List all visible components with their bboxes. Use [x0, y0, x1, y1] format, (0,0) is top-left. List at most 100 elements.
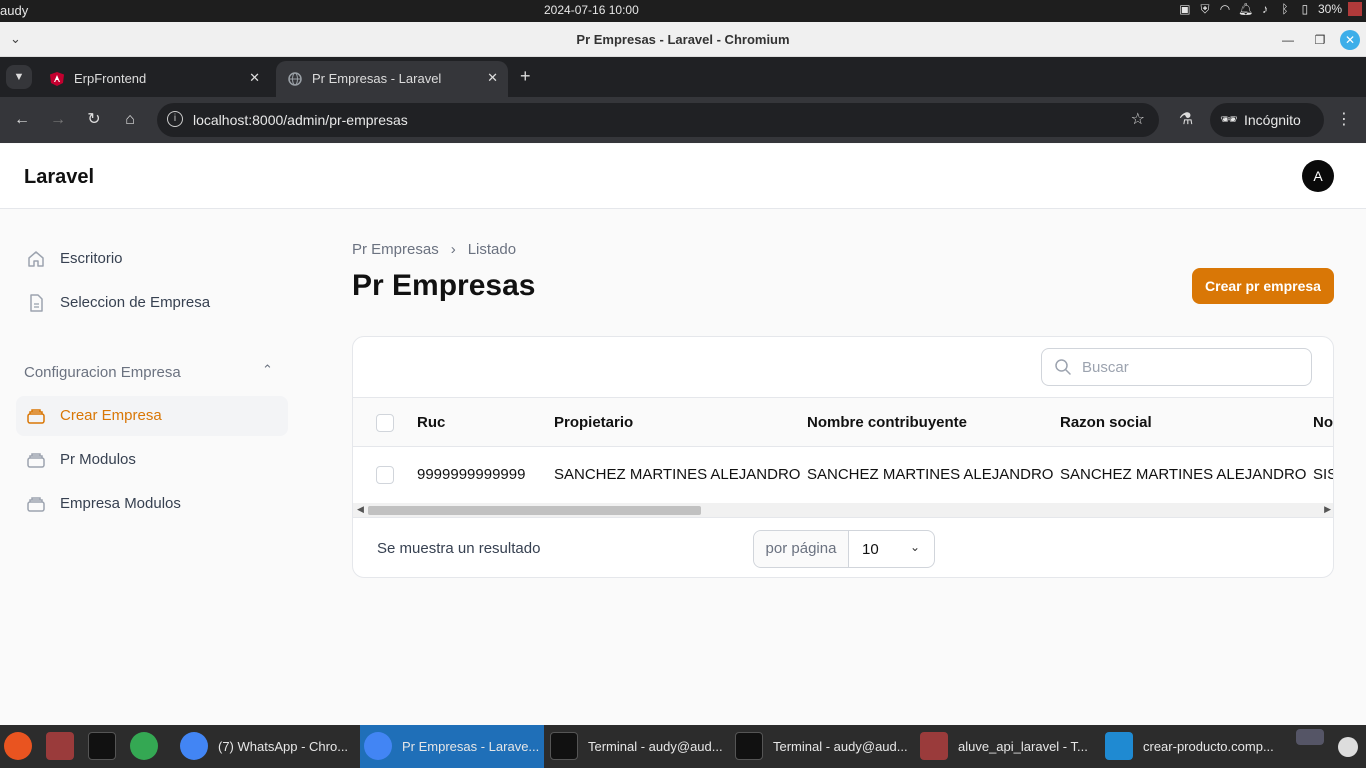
column-header-nombre-contribuyente[interactable]: Nombre contribuyente [807, 414, 967, 431]
results-summary: Se muestra un resultado [377, 540, 541, 557]
sidebar-item-label: Crear Empresa [60, 407, 162, 424]
sidebar-item-pr-modulos[interactable]: Pr Modulos [16, 440, 288, 480]
wifi-icon[interactable]: ◠ [1218, 2, 1232, 16]
window-title-bar: ⌄ Pr Empresas - Laravel - Chromium — ❐ ✕ [0, 22, 1366, 57]
terminal-icon [88, 732, 116, 760]
ubuntu-launcher[interactable] [0, 725, 42, 768]
workspace-icon [1296, 729, 1324, 745]
labs-flask-icon[interactable]: ⚗ [1174, 108, 1198, 132]
close-tab-icon[interactable]: ✕ [249, 70, 260, 86]
per-page-select[interactable]: por página 10 ⌄ [753, 530, 935, 568]
close-tab-icon[interactable]: ✕ [487, 70, 498, 86]
scroll-right-icon[interactable]: ▶ [1324, 504, 1331, 515]
restore-icon[interactable]: ❐ [1310, 30, 1330, 50]
table-header: Ruc Propietario Nombre contribuyente Raz… [353, 397, 1333, 447]
incognito-indicator[interactable]: 🕶︎ Incógnito [1210, 103, 1324, 137]
battery-icon[interactable]: ▯ [1298, 2, 1312, 16]
tab-pr-empresas[interactable]: Pr Empresas - Laravel ✕ [276, 61, 508, 97]
sidebar-item-label: Pr Modulos [60, 451, 136, 468]
row-checkbox[interactable] [376, 466, 394, 484]
tray-app-icon [1338, 737, 1358, 757]
minimize-icon[interactable]: — [1278, 30, 1298, 50]
select-all-checkbox[interactable] [376, 414, 394, 432]
stack-icon [27, 453, 45, 468]
taskbar-item-label: (7) WhatsApp - Chro... [218, 739, 349, 754]
search-placeholder: Buscar [1082, 359, 1129, 376]
per-page-value[interactable]: 10 [862, 541, 879, 558]
column-header-razon-social[interactable]: Razon social [1060, 414, 1152, 431]
address-bar[interactable]: i localhost:8000/admin/pr-empresas ☆ [157, 103, 1159, 137]
chrome-launcher[interactable] [126, 725, 166, 768]
clipboard-icon[interactable]: ▣ [1178, 2, 1192, 16]
chromium-icon [180, 732, 208, 760]
scroll-left-icon[interactable]: ◀ [357, 504, 364, 515]
bluetooth-icon[interactable]: ᛒ [1278, 2, 1292, 16]
taskbar-item-vscode[interactable]: crear-producto.comp... [1101, 725, 1287, 768]
document-icon [30, 294, 43, 312]
search-input[interactable]: Buscar [1041, 348, 1312, 386]
close-window-icon[interactable]: ✕ [1340, 30, 1360, 50]
new-tab-icon[interactable]: + [520, 66, 531, 87]
chromium-icon [364, 732, 392, 760]
sidebar-item-empresa-modulos[interactable]: Empresa Modulos [16, 484, 288, 524]
taskbar-item-whatsapp[interactable]: (7) WhatsApp - Chro... [176, 725, 358, 768]
sidebar-item-label: Seleccion de Empresa [60, 294, 211, 311]
taskbar-item-pr-empresas[interactable]: Pr Empresas - Larave... [360, 725, 544, 768]
taskbar-item-aluve-api[interactable]: aluve_api_laravel - T... [916, 725, 1100, 768]
workspace-switcher[interactable] [1292, 725, 1328, 768]
chrome-icon [130, 732, 158, 760]
files-launcher[interactable] [42, 725, 82, 768]
system-clock[interactable]: 2024-07-16 10:00 [544, 3, 639, 17]
ubuntu-icon [4, 732, 32, 760]
taskbar-item-terminal-1[interactable]: Terminal - audy@aud... [546, 725, 730, 768]
forward-icon[interactable]: → [46, 108, 70, 132]
per-page-label: por página [754, 531, 849, 567]
browser-menu-icon[interactable]: ⋮ [1332, 108, 1356, 132]
cell-propietario: SANCHEZ MARTINES ALEJANDRO [554, 466, 801, 483]
chevron-up-icon[interactable]: ⌃ [262, 362, 273, 378]
reload-icon[interactable]: ↻ [82, 108, 106, 132]
horizontal-scrollbar[interactable]: ◀ ▶ [353, 503, 1333, 518]
column-header-nombre[interactable]: Nor [1313, 414, 1333, 431]
breadcrumb-link[interactable]: Pr Empresas [352, 241, 439, 258]
bell-icon[interactable]: 🔔︎ [1238, 2, 1253, 16]
shield-icon[interactable]: ⛨ [1198, 2, 1212, 16]
power-icon[interactable] [1348, 2, 1362, 16]
chevron-down-icon[interactable]: ⌄ [910, 540, 920, 554]
sidebar-item-seleccion-empresa[interactable]: Seleccion de Empresa [16, 283, 288, 323]
tab-label: ErpFrontend [74, 71, 147, 86]
globe-favicon-icon [288, 72, 302, 86]
app-brand[interactable]: Laravel [24, 166, 94, 189]
tab-erpfrontend[interactable]: ErpFrontend ✕ [38, 61, 270, 97]
cell-razon-social: SANCHEZ MARTINES ALEJANDRO [1060, 466, 1307, 483]
bookmark-star-icon[interactable]: ☆ [1131, 109, 1145, 129]
taskbar-item-terminal-2[interactable]: Terminal - audy@aud... [731, 725, 915, 768]
url-text[interactable]: localhost:8000/admin/pr-empresas [193, 112, 408, 128]
tray-app[interactable] [1334, 725, 1364, 768]
column-header-ruc[interactable]: Ruc [417, 414, 445, 431]
incognito-icon: 🕶︎ [1220, 111, 1238, 127]
back-icon[interactable]: ← [10, 108, 34, 132]
create-pr-empresa-button[interactable]: Crear pr empresa [1192, 268, 1334, 304]
table-row[interactable]: 9999999999999 SANCHEZ MARTINES ALEJANDRO… [353, 447, 1333, 503]
search-icon [1055, 359, 1071, 375]
folder-icon [46, 732, 74, 760]
home-icon[interactable]: ⌂ [118, 108, 142, 132]
chevron-right-icon: › [450, 241, 456, 258]
angular-favicon-icon [50, 72, 64, 86]
volume-icon[interactable]: ♪ [1258, 2, 1272, 16]
scrollbar-thumb[interactable] [368, 506, 701, 515]
terminal-launcher[interactable] [84, 725, 124, 768]
home-icon [28, 251, 44, 267]
sidebar-group-label[interactable]: Configuracion Empresa [24, 364, 181, 381]
sidebar-item-escritorio[interactable]: Escritorio [16, 239, 288, 279]
site-info-icon[interactable]: i [167, 111, 183, 127]
sidebar-item-crear-empresa[interactable]: Crear Empresa [16, 396, 288, 436]
cell-nombre: SIS [1313, 466, 1333, 483]
system-user: audy [0, 3, 29, 18]
stack-icon [27, 409, 45, 424]
tab-search-chevron-icon[interactable]: ▼ [6, 65, 32, 89]
terminal-icon [735, 732, 763, 760]
user-avatar[interactable]: A [1302, 160, 1334, 192]
column-header-propietario[interactable]: Propietario [554, 414, 633, 431]
